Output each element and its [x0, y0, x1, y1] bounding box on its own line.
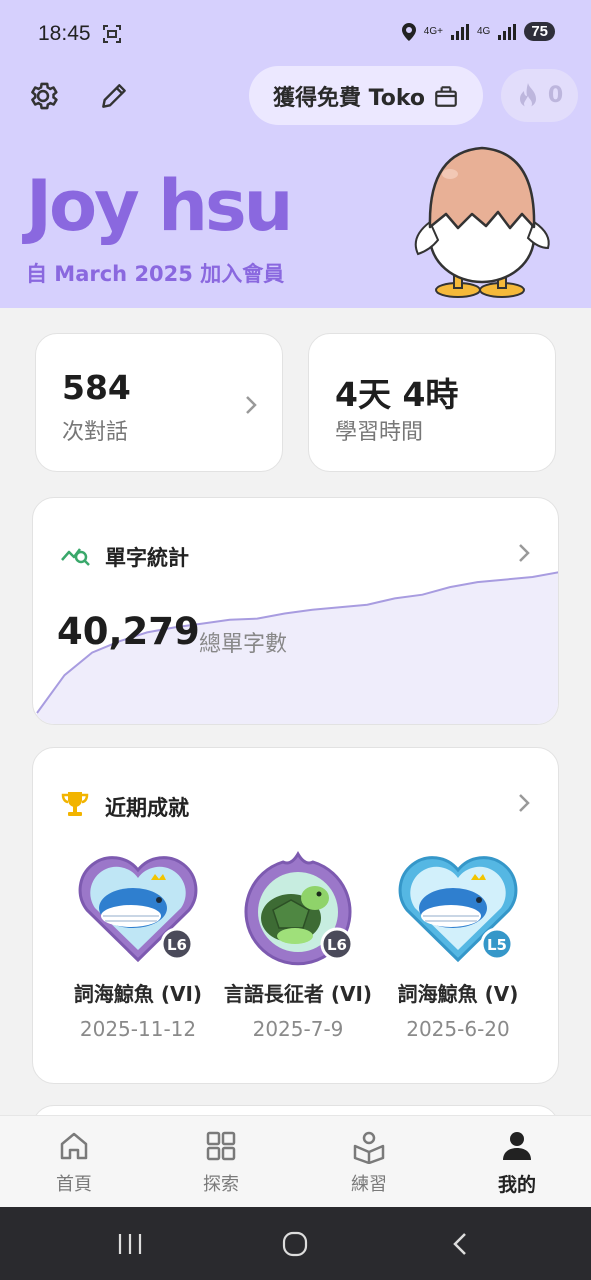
nav-label: 首頁: [56, 1174, 92, 1195]
achievements-section-title: 近期成就: [105, 796, 189, 820]
edit-profile-button[interactable]: [94, 76, 134, 116]
streak-button[interactable]: 0: [501, 69, 578, 122]
home-system-button[interactable]: [275, 1227, 315, 1261]
achievement-name: 詞海鯨魚 (V): [397, 982, 519, 1006]
bottom-navigation: 首頁 探索 練習 我的: [0, 1115, 591, 1207]
person-icon: [503, 1132, 531, 1160]
learning-time-card: 4天 4時 學習時間: [308, 333, 556, 472]
nav-label: 探索: [203, 1174, 239, 1195]
achievement-name: 詞海鯨魚 (VI): [73, 982, 203, 1006]
username: Joy hsu: [26, 165, 293, 247]
recent-apps-button[interactable]: [110, 1227, 150, 1261]
chevron-right-icon: [246, 396, 257, 414]
achievement-name: 言語長征者 (VI): [223, 982, 373, 1006]
achievement-date: 2025-7-9: [252, 1017, 344, 1041]
vocab-stats-card[interactable]: 單字統計 40,279 總單字數: [32, 497, 559, 725]
whale-badge-icon: L5: [398, 856, 518, 963]
achievement-date: 2025-11-12: [79, 1017, 197, 1041]
total-words-label: 總單字數: [199, 632, 288, 657]
nav-item-practice[interactable]: 練習: [314, 1128, 424, 1196]
badge-level: L5: [487, 936, 507, 954]
achievement-item[interactable]: L5 詞海鯨魚 (V) 2025-6-20: [373, 848, 543, 1041]
screenshot-icon: [103, 25, 121, 43]
book-person-icon: [353, 1131, 385, 1164]
settings-button[interactable]: [23, 76, 63, 116]
home-icon: [60, 1132, 88, 1160]
grid-icon: [206, 1131, 236, 1161]
learning-time-label: 學習時間: [335, 420, 424, 445]
chart-search-icon: [61, 548, 90, 566]
egg-mascot-illustration: [414, 146, 550, 298]
streak-count: 0: [547, 83, 564, 108]
conversations-count: 584: [62, 368, 131, 407]
signal-icon: [450, 23, 469, 40]
nav-item-explore[interactable]: 探索: [166, 1128, 276, 1196]
battery-indicator: 75: [524, 22, 555, 41]
member-since: 自 March 2025 加入會員: [26, 262, 285, 286]
flame-icon: [519, 82, 536, 108]
chevron-right-icon: [519, 794, 530, 812]
status-time: 18:45: [38, 22, 91, 45]
network-label-1: 4G+: [423, 25, 443, 37]
vocab-section-title: 單字統計: [105, 546, 189, 570]
badge-level: L6: [167, 936, 187, 954]
turtle-badge-icon: L6: [244, 851, 354, 966]
nav-label: 我的: [497, 1174, 536, 1196]
pencil-icon: [102, 84, 126, 108]
get-free-toko-button[interactable]: 獲得免費 Toko: [249, 66, 483, 125]
trophy-icon: [61, 792, 89, 816]
nav-item-profile[interactable]: 我的: [462, 1128, 572, 1197]
circle-home-icon: [282, 1231, 308, 1257]
profile-header: 18:45 4G+ 4G 75 獲得免費 Toko 0 Joy hsu 自 Ma…: [0, 0, 591, 308]
conversations-label: 次對話: [62, 420, 129, 445]
gear-icon: [31, 82, 58, 110]
location-icon: [401, 22, 416, 41]
nav-label: 練習: [351, 1174, 387, 1195]
chevron-right-icon: [519, 544, 530, 562]
status-bar: 18:45 4G+ 4G 75: [0, 0, 591, 68]
badge-level: L6: [327, 936, 347, 954]
back-button[interactable]: [440, 1227, 480, 1261]
whale-badge-icon: L6: [78, 856, 198, 963]
recent-apps-icon: [118, 1234, 142, 1254]
achievements-card[interactable]: 近期成就 L6 詞海鯨魚 (VI) 2025-11-12 L6 言語長征者 (V…: [32, 747, 559, 1084]
status-icons: 4G+ 4G 75: [401, 22, 555, 41]
toko-label: 獲得免費 Toko: [272, 85, 425, 111]
achievement-item[interactable]: L6 詞海鯨魚 (VI) 2025-11-12: [53, 848, 223, 1041]
back-arrow-icon: [453, 1233, 466, 1255]
nav-item-home[interactable]: 首頁: [19, 1128, 129, 1196]
signal-icon: [498, 23, 517, 40]
achievement-item[interactable]: L6 言語長征者 (VI) 2025-7-9: [213, 848, 383, 1041]
achievement-date: 2025-6-20: [406, 1017, 510, 1041]
conversations-card[interactable]: 584 次對話: [35, 333, 283, 472]
gift-icon: [435, 85, 457, 107]
learning-time-value: 4天 4時: [335, 375, 459, 414]
network-label-2: 4G: [476, 25, 491, 37]
system-navigation-bar: [0, 1207, 591, 1280]
total-words-count: 40,279: [57, 610, 200, 653]
